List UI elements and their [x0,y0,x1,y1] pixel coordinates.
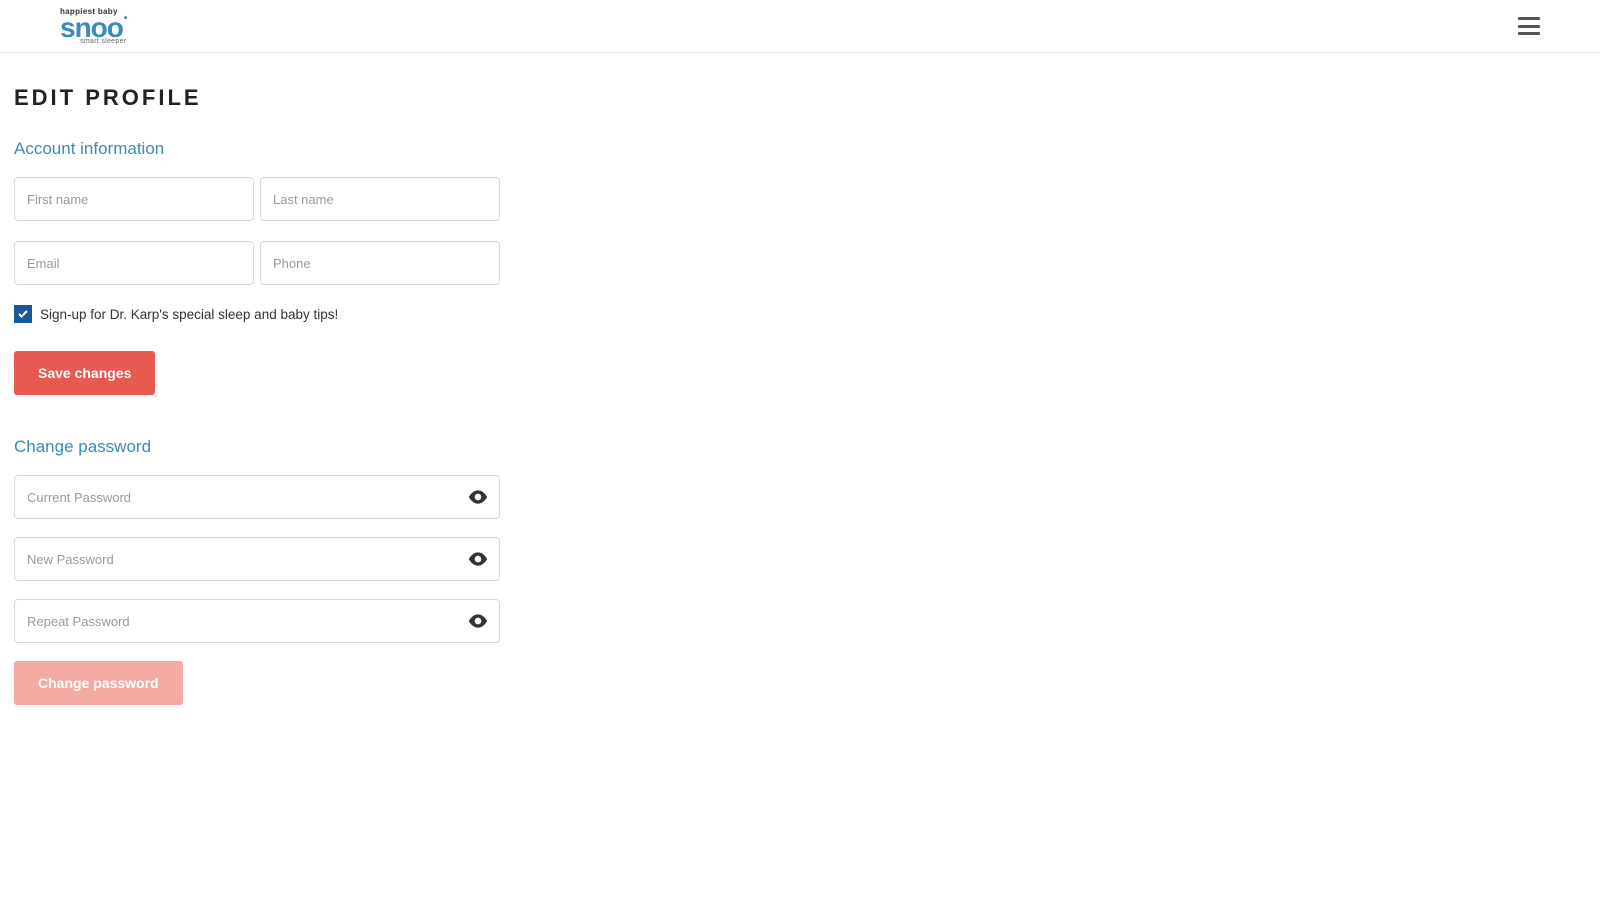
eye-icon[interactable] [468,611,488,631]
logo-brand: snoo [60,14,126,42]
signup-checkbox[interactable] [14,305,32,323]
repeat-password-field[interactable] [14,599,500,643]
account-section-title: Account information [14,139,980,159]
repeat-password-wrapper [14,599,500,643]
email-field[interactable] [14,241,254,285]
change-password-button[interactable]: Change password [14,661,183,705]
header: happiest baby snoo smart sleeper [0,0,1600,53]
email-field-wrapper [14,241,254,285]
contact-row [14,241,980,285]
logo[interactable]: happiest baby snoo smart sleeper [60,8,126,45]
main-content: EDIT PROFILE Account information Sign-up… [0,53,994,745]
first-name-field[interactable] [14,177,254,221]
current-password-field[interactable] [14,475,500,519]
page-title: EDIT PROFILE [14,85,980,111]
name-row [14,177,980,221]
current-password-wrapper [14,475,500,519]
phone-field-wrapper [260,241,500,285]
checkmark-icon [17,308,29,320]
eye-icon[interactable] [468,549,488,569]
signup-label: Sign-up for Dr. Karp's special sleep and… [40,307,338,322]
first-name-field-wrapper [14,177,254,221]
new-password-field[interactable] [14,537,500,581]
phone-field[interactable] [260,241,500,285]
password-section-title: Change password [14,437,980,457]
signup-checkbox-row: Sign-up for Dr. Karp's special sleep and… [14,305,980,323]
menu-icon[interactable] [1518,17,1540,35]
eye-icon[interactable] [468,487,488,507]
last-name-field-wrapper [260,177,500,221]
new-password-wrapper [14,537,500,581]
save-button[interactable]: Save changes [14,351,155,395]
last-name-field[interactable] [260,177,500,221]
